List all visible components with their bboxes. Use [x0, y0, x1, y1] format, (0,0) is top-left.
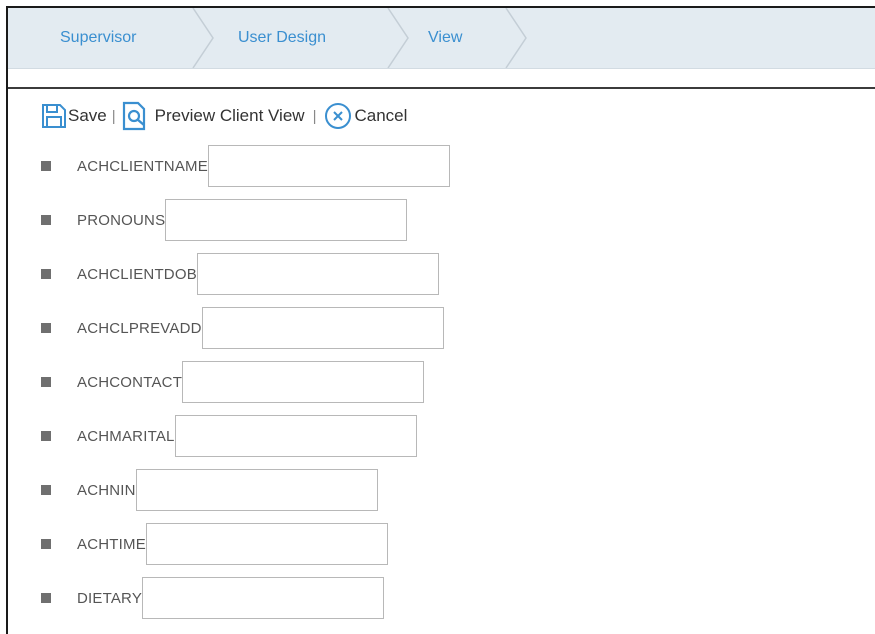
field-label: PRONOUNS [77, 211, 166, 229]
save-label: Save [68, 106, 107, 125]
cancel-icon [324, 102, 352, 130]
field-row-dietary: DIETARY [40, 575, 385, 621]
bullet-icon [41, 431, 51, 441]
preview-icon [122, 101, 148, 131]
field-label: ACHCONTACT [77, 373, 183, 391]
bullet-icon [41, 485, 51, 495]
field-row-achtime: ACHTIME [40, 521, 388, 567]
toolbar-separator: | [111, 107, 116, 125]
achmarital-field[interactable] [174, 415, 417, 457]
bullet-icon [41, 215, 51, 225]
achclientname-field[interactable] [207, 145, 450, 187]
breadcrumb: Supervisor User Design View [8, 8, 875, 69]
field-row-pronouns: PRONOUNS [40, 197, 408, 243]
field-row-achclprevadd: ACHCLPREVADD [40, 305, 444, 351]
cancel-label: Cancel [354, 106, 408, 125]
bullet-icon [41, 539, 51, 549]
achcontact-field[interactable] [182, 361, 425, 403]
field-label: ACHNIN [77, 481, 136, 499]
cancel-button[interactable]: Cancel [324, 102, 407, 130]
field-label: ACHMARITAL [77, 427, 175, 445]
field-row-achcontact: ACHCONTACT [40, 359, 425, 405]
field-label: ACHCLPREVADD [77, 319, 202, 337]
field-label: ACHCLIENTNAME [77, 157, 208, 175]
breadcrumb-item-view[interactable]: View [428, 8, 462, 68]
field-label: DIETARY [77, 589, 143, 607]
save-button[interactable]: Save [40, 102, 107, 130]
achtime-field[interactable] [145, 523, 388, 565]
content-divider [8, 87, 875, 89]
achclientdob-field[interactable] [196, 253, 439, 295]
field-row-achclientname: ACHCLIENTNAME [40, 143, 450, 189]
breadcrumb-item-user-design[interactable]: User Design [238, 8, 326, 68]
field-row-achclientdob: ACHCLIENTDOB [40, 251, 439, 297]
pronouns-field[interactable] [165, 199, 408, 241]
achnin-field[interactable] [135, 469, 378, 511]
achclprevadd-field[interactable] [201, 307, 444, 349]
preview-label: Preview Client View [154, 106, 305, 125]
breadcrumb-item-supervisor[interactable]: Supervisor [60, 8, 136, 68]
bullet-icon [41, 593, 51, 603]
bullet-icon [41, 323, 51, 333]
app-frame: Supervisor User Design View Save | Previ… [6, 6, 875, 634]
field-label: ACHCLIENTDOB [77, 265, 197, 283]
toolbar-separator: | [312, 107, 317, 125]
field-label: ACHTIME [77, 535, 146, 553]
field-row-achnin: ACHNIN [40, 467, 378, 513]
save-icon [40, 102, 68, 130]
dietary-field[interactable] [142, 577, 385, 619]
bullet-icon [41, 161, 51, 171]
bullet-icon [41, 377, 51, 387]
toolbar: Save | Preview Client View | Cancel [40, 96, 407, 136]
field-row-achmarital: ACHMARITAL [40, 413, 417, 459]
bullet-icon [41, 269, 51, 279]
preview-client-view-button[interactable]: Preview Client View [122, 101, 305, 131]
